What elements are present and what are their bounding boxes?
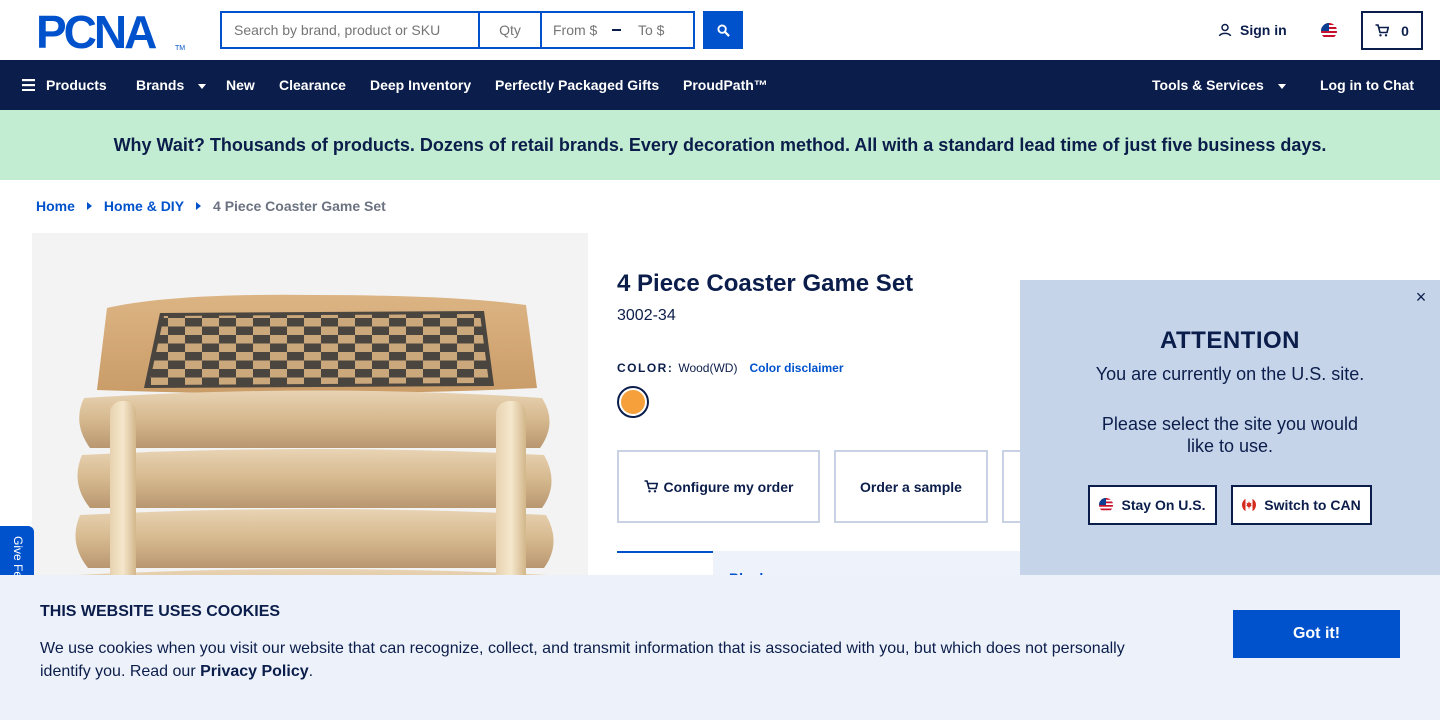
nav-chat-label: Log in to Chat: [1320, 77, 1415, 93]
breadcrumb-category[interactable]: Home & DIY: [104, 198, 184, 214]
cookie-accept-button[interactable]: Got it!: [1233, 610, 1400, 658]
logo-text: PCNA: [36, 10, 156, 52]
cart-button[interactable]: 0: [1361, 11, 1423, 50]
breadcrumb-current: 4 Piece Coaster Game Set: [213, 198, 386, 214]
nav-products-label: Products: [46, 77, 107, 93]
cart-count: 0: [1401, 22, 1409, 39]
chevron-right-icon: [86, 202, 92, 210]
search-icon: [716, 23, 730, 37]
cookie-text: We use cookies when you visit our websit…: [40, 637, 1160, 683]
close-icon[interactable]: ×: [1412, 288, 1430, 306]
nav-new-label: New: [226, 77, 255, 93]
switch-can-label: Switch to CAN: [1264, 497, 1361, 513]
configure-order-label: Configure my order: [663, 478, 794, 495]
cookie-title: THIS WEBSITE USES COOKIES: [40, 603, 281, 620]
privacy-policy-link[interactable]: Privacy Policy: [200, 663, 309, 680]
main-nav: Products Brands New Clearance Deep Inven…: [0, 60, 1440, 110]
breadcrumb: Home Home & DIY 4 Piece Coaster Game Set: [36, 198, 386, 214]
nav-products[interactable]: Products: [22, 60, 107, 110]
color-value: Wood(WD): [678, 361, 738, 375]
switch-can-button[interactable]: Switch to CAN: [1231, 485, 1372, 525]
nav-new[interactable]: New: [226, 60, 255, 110]
nav-clearance-label: Clearance: [279, 77, 346, 93]
nav-tools-services[interactable]: Tools & Services: [1152, 60, 1286, 110]
color-swatch-fill: [621, 390, 645, 414]
canada-flag-icon: [1242, 498, 1257, 512]
configure-order-button[interactable]: Configure my order: [617, 450, 820, 523]
search-input[interactable]: [220, 11, 478, 49]
nav-deep-inventory[interactable]: Deep Inventory: [370, 60, 471, 110]
stay-us-label: Stay On U.S.: [1121, 497, 1206, 513]
site-selector-modal: × ATTENTION You are currently on the U.S…: [1020, 280, 1440, 575]
nav-brands-label: Brands: [136, 77, 185, 93]
attention-message: You are currently on the U.S. site.: [1095, 364, 1365, 384]
us-flag-icon: [1099, 498, 1114, 512]
product-title: 4 Piece Coaster Game Set: [617, 270, 914, 297]
qty-input[interactable]: [478, 11, 540, 49]
nav-gifts[interactable]: Perfectly Packaged Gifts: [495, 60, 659, 110]
color-row: COLOR: Wood(WD) Color disclaimer: [617, 361, 843, 375]
color-disclaimer-link[interactable]: Color disclaimer: [749, 361, 843, 375]
search-button[interactable]: [703, 11, 743, 49]
breadcrumb-home[interactable]: Home: [36, 198, 75, 214]
nav-clearance[interactable]: Clearance: [279, 60, 346, 110]
promo-banner: Why Wait? Thousands of products. Dozens …: [0, 110, 1440, 180]
attention-title: ATTENTION: [1159, 327, 1301, 354]
chevron-down-icon: [198, 83, 207, 89]
user-icon: [1218, 23, 1232, 37]
price-to-input[interactable]: [627, 13, 693, 47]
attention-instruction: Please select the site you would like to…: [1101, 414, 1359, 456]
order-sample-label: Order a sample: [860, 478, 962, 495]
us-flag-icon[interactable]: [1321, 23, 1337, 39]
nav-proudpath-label: ProudPath™: [683, 77, 768, 93]
nav-tools-label: Tools & Services: [1152, 77, 1264, 93]
cookie-banner: THIS WEBSITE USES COOKIES We use cookies…: [0, 575, 1440, 720]
cart-icon: [1375, 24, 1390, 37]
order-sample-button[interactable]: Order a sample: [834, 450, 988, 523]
cart-icon: [644, 480, 658, 493]
site-header: PCNA TM Sign in: [0, 0, 1440, 60]
svg-text:TM: TM: [175, 45, 185, 52]
nav-deep-inventory-label: Deep Inventory: [370, 77, 472, 93]
promo-text: Why Wait? Thousands of products. Dozens …: [113, 134, 1327, 155]
chevron-down-icon: [1277, 83, 1286, 89]
color-swatch[interactable]: [617, 386, 649, 418]
chevron-right-icon: [196, 202, 202, 210]
nav-brands[interactable]: Brands: [136, 60, 207, 110]
product-sku: 3002-34: [617, 307, 676, 324]
price-dash: [612, 29, 621, 31]
stay-us-button[interactable]: Stay On U.S.: [1088, 485, 1217, 525]
sign-in-label: Sign in: [1240, 22, 1287, 38]
nav-proudpath[interactable]: ProudPath™: [683, 60, 768, 110]
color-label: COLOR:: [617, 361, 674, 375]
cookie-text-end: .: [308, 663, 314, 680]
nav-gifts-label: Perfectly Packaged Gifts: [495, 77, 660, 93]
price-from-input[interactable]: [542, 13, 608, 47]
hamburger-icon: [22, 79, 35, 91]
price-range: [540, 11, 695, 49]
pcna-logo[interactable]: PCNA TM: [36, 10, 186, 52]
sign-in-link[interactable]: Sign in: [1218, 22, 1287, 38]
nav-chat-login[interactable]: Log in to Chat: [1320, 60, 1414, 110]
